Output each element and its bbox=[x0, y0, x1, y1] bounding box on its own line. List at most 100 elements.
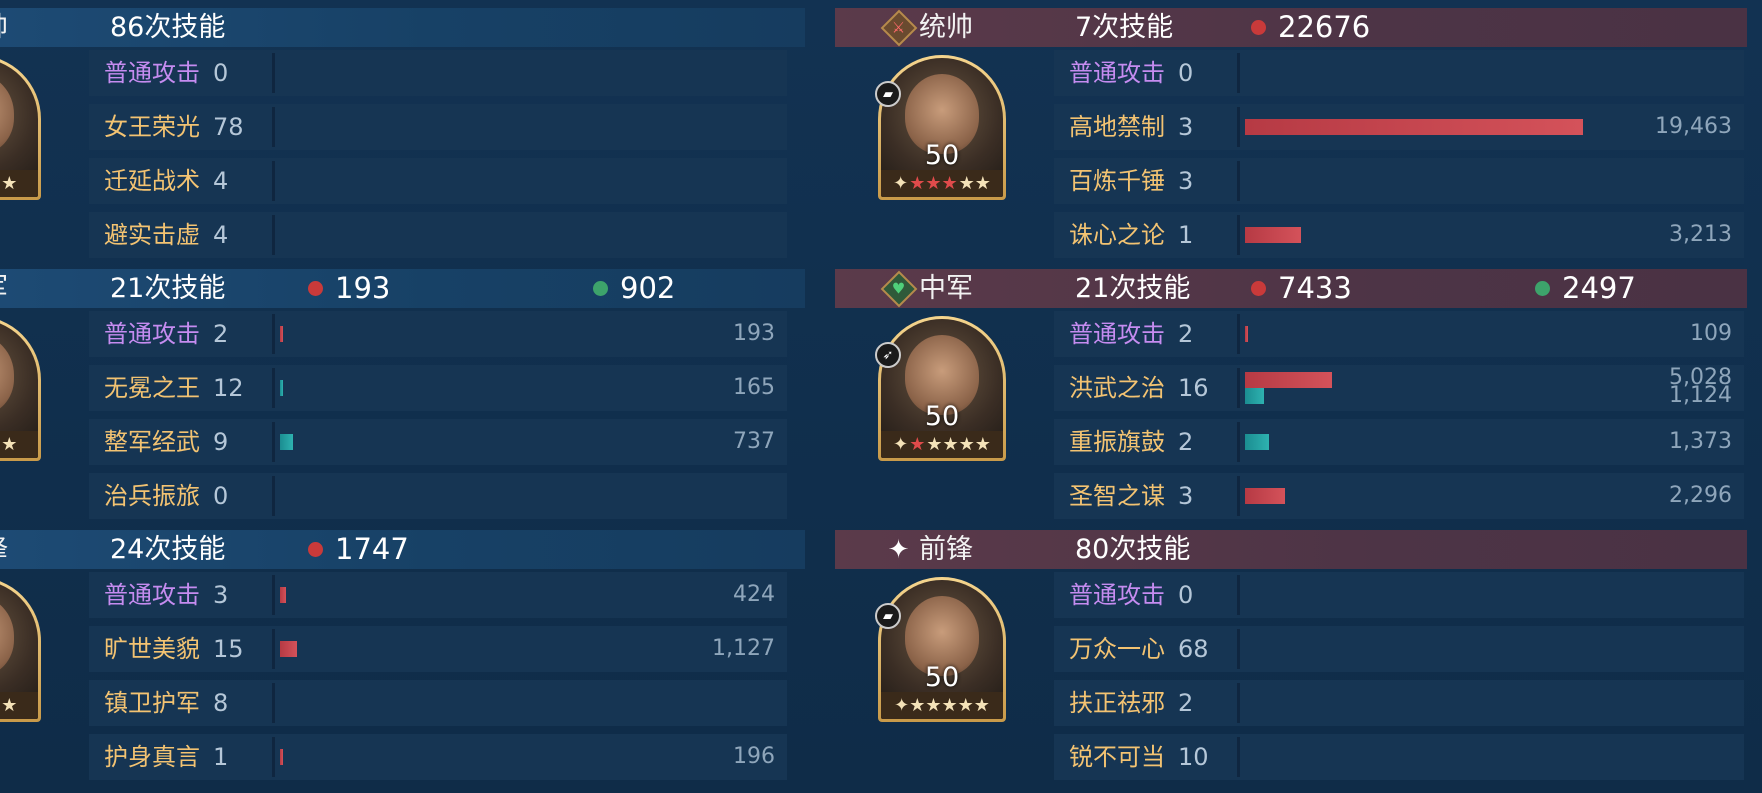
group-header: ✦ 前锋 80次技能 bbox=[835, 530, 1747, 569]
hero-level: 50 bbox=[0, 662, 38, 693]
sword-icon: ⚔ bbox=[879, 8, 918, 47]
skill-count: 2 bbox=[1178, 320, 1194, 348]
skill-name: 迁延战术 bbox=[104, 167, 200, 195]
skill-name: 无冕之王 bbox=[104, 374, 200, 402]
star-rating: ★★★★★ bbox=[0, 692, 38, 719]
skill-row: 镇卫护军 8 bbox=[89, 680, 787, 726]
heal-value: 1,124 bbox=[1669, 383, 1732, 408]
skill-count: 86次技能 bbox=[110, 12, 226, 43]
skill-count: 0 bbox=[213, 482, 229, 510]
role-label: 中军 bbox=[919, 273, 973, 304]
heal-total: 902 bbox=[593, 269, 675, 308]
skill-name: 普通攻击 bbox=[1069, 581, 1165, 609]
skill-count: 7次技能 bbox=[1075, 12, 1174, 43]
role-label: 前锋 bbox=[0, 530, 8, 569]
group-header: ♥ 中军 21次技能 7433 2497 bbox=[835, 269, 1747, 308]
skill-name: 锐不可当 bbox=[1069, 743, 1165, 771]
skill-row: 治兵振旅 0 bbox=[89, 473, 787, 519]
tank-icon: ▰ bbox=[875, 603, 901, 629]
group-header: 统帅 86次技能 bbox=[0, 8, 805, 47]
skill-count: 1 bbox=[1178, 221, 1194, 249]
skill-value: 1,373 bbox=[1669, 429, 1732, 454]
skill-count: 21次技能 bbox=[110, 273, 226, 304]
heal-dot-icon bbox=[593, 281, 608, 296]
hero-level: 50 bbox=[0, 140, 38, 171]
battle-report-screen: 统帅 86次技能 50 ★★★★★ 普通攻击 0 女王荣光 78 迁延战术 4 避实击… bbox=[0, 0, 1762, 793]
skill-value: 196 bbox=[733, 744, 775, 769]
skill-row: 避实击虚 4 bbox=[89, 212, 787, 258]
hero-portrait[interactable]: 50 ★★★★★ bbox=[0, 577, 41, 722]
skill-row: 迁延战术 4 bbox=[89, 158, 787, 204]
skill-count: 8 bbox=[213, 689, 229, 717]
hero-level: 50 bbox=[924, 140, 960, 171]
role-label: 统帅 bbox=[919, 12, 973, 43]
right-team-panel: ⚔ 统帅 7次技能 22676 ▰ 50 ✦ ★★★ ★★ 普通攻击 0 高地禁制 3 1… bbox=[835, 0, 1762, 793]
skill-name: 治兵振旅 bbox=[104, 482, 200, 510]
skill-name: 百炼千锤 bbox=[1069, 167, 1165, 195]
star-rating: ✦★★★★★ bbox=[881, 692, 1003, 719]
damage-bar bbox=[1245, 326, 1248, 342]
skill-name: 洪武之治 bbox=[1069, 374, 1165, 402]
heart-icon: ♥ bbox=[879, 269, 918, 308]
skill-value: 3,213 bbox=[1669, 222, 1732, 247]
skill-name: 普通攻击 bbox=[1069, 320, 1165, 348]
skill-name: 普通攻击 bbox=[104, 320, 200, 348]
damage-total: 1747 bbox=[308, 530, 409, 569]
skill-value: 165 bbox=[733, 375, 775, 400]
skill-row: 普通攻击 2 109 bbox=[1054, 311, 1744, 357]
damage-dot-icon bbox=[308, 542, 323, 557]
damage-total: 193 bbox=[308, 269, 390, 308]
skill-count: 0 bbox=[1178, 59, 1194, 87]
skill-row: 普通攻击 0 bbox=[1054, 50, 1744, 96]
skill-row: 圣智之谋 3 2,296 bbox=[1054, 473, 1744, 519]
skill-value: 193 bbox=[733, 321, 775, 346]
damage-dot-icon bbox=[308, 281, 323, 296]
skill-count: 3 bbox=[1178, 167, 1194, 195]
skill-count: 15 bbox=[213, 635, 244, 663]
skill-row: 锐不可当 10 bbox=[1054, 734, 1744, 780]
skill-row: 百炼千锤 3 bbox=[1054, 158, 1744, 204]
skill-value: 737 bbox=[733, 429, 775, 454]
hero-portrait[interactable]: ▰ 50 ✦★★★★★ bbox=[875, 55, 1006, 200]
skill-name: 普通攻击 bbox=[104, 581, 200, 609]
skill-value: 2,296 bbox=[1669, 483, 1732, 508]
skill-name: 镇卫护军 bbox=[104, 689, 200, 717]
group-header: 中军 21次技能 193 902 bbox=[0, 269, 805, 308]
star-rating: ★★★★★ bbox=[0, 431, 38, 458]
hero-portrait[interactable]: ➶ 50 ✦ ★ ★★★★ bbox=[875, 316, 1006, 461]
hero-portrait[interactable]: ▰ 50 ✦★★★★★ bbox=[875, 577, 1006, 722]
damage-total: 7433 bbox=[1251, 269, 1352, 308]
skill-row: 普通攻击 3 424 bbox=[89, 572, 787, 618]
left-team-panel: 统帅 86次技能 50 ★★★★★ 普通攻击 0 女王荣光 78 迁延战术 4 避实击… bbox=[0, 0, 870, 793]
group-header: ⚔ 统帅 7次技能 22676 bbox=[835, 8, 1747, 47]
skill-count: 2 bbox=[1178, 428, 1194, 456]
skill-count: 68 bbox=[1178, 635, 1209, 663]
hero-level: 50 bbox=[924, 662, 960, 693]
hero-group-vanguard: 前锋 24次技能 1747 50 ★★★★★ 普通攻击 3 424 旷世美貌 15 1,… bbox=[0, 522, 870, 783]
skill-name: 护身真言 bbox=[104, 743, 200, 771]
skill-name: 重振旗鼓 bbox=[1069, 428, 1165, 456]
skill-name: 避实击虚 bbox=[104, 221, 200, 249]
damage-bar bbox=[1245, 488, 1285, 504]
skill-count: 3 bbox=[1178, 482, 1194, 510]
skill-count: 78 bbox=[213, 113, 244, 141]
skill-count: 24次技能 bbox=[110, 534, 226, 565]
hero-portrait[interactable]: 50 ★★★★★ bbox=[0, 316, 41, 461]
skill-row: 高地禁制 3 19,463 bbox=[1054, 104, 1744, 150]
skill-count: 1 bbox=[213, 743, 229, 771]
skill-value: 1,127 bbox=[712, 636, 775, 661]
skill-row: 无冕之王 12 165 bbox=[89, 365, 787, 411]
damage-bar bbox=[1245, 227, 1301, 243]
damage-bar bbox=[280, 641, 297, 657]
hero-group-commander: ⚔ 统帅 7次技能 22676 ▰ 50 ✦ ★★★ ★★ 普通攻击 0 高地禁制 3 1… bbox=[835, 0, 1762, 261]
damage-bar bbox=[280, 749, 283, 765]
skill-name: 万众一心 bbox=[1069, 635, 1165, 663]
hero-portrait[interactable]: 50 ★★★★★ bbox=[0, 55, 41, 200]
skill-count: 16 bbox=[1178, 374, 1209, 402]
skill-row: 护身真言 1 196 bbox=[89, 734, 787, 780]
skill-row: 女王荣光 78 bbox=[89, 104, 787, 150]
skill-count: 4 bbox=[213, 167, 229, 195]
heal-bar bbox=[1245, 388, 1264, 404]
damage-dot-icon bbox=[1251, 281, 1266, 296]
hero-group-vanguard: ✦ 前锋 80次技能 ▰ 50 ✦★★★★★ 普通攻击 0 万众一心 68 扶正祛邪… bbox=[835, 522, 1762, 783]
